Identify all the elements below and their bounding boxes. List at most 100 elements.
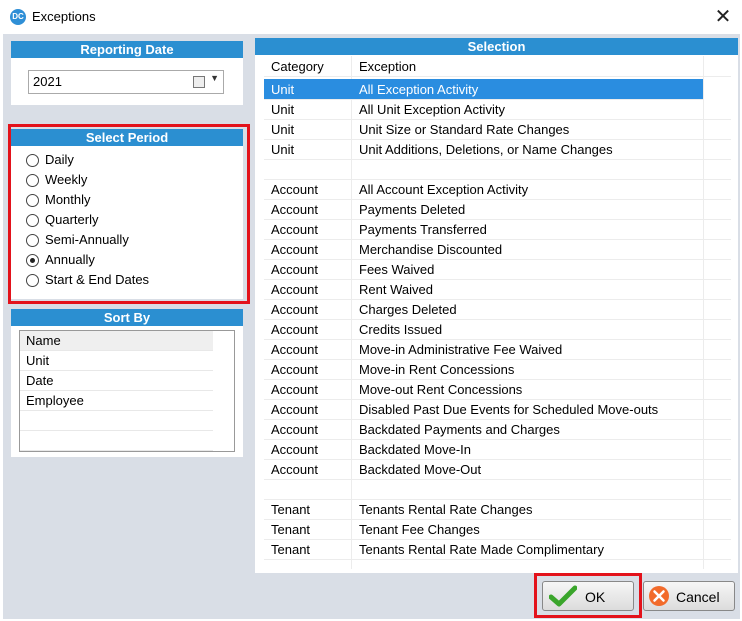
window-title: Exceptions xyxy=(32,9,96,24)
category-cell: Account xyxy=(271,342,318,357)
reporting-date-value: 2021 xyxy=(33,74,62,89)
category-cell: Tenant xyxy=(271,522,311,537)
category-cell: Unit xyxy=(271,142,295,157)
table-row[interactable]: Account Merchandise Discounted xyxy=(264,239,731,260)
category-cell: Account xyxy=(271,242,318,257)
table-row[interactable]: Account Backdated Payments and Charges xyxy=(264,419,731,440)
exception-cell: Tenant Fee Changes xyxy=(359,522,480,537)
exception-cell: Payments Transferred xyxy=(359,222,487,237)
reporting-date-picker[interactable]: 2021 ▼ xyxy=(28,70,224,94)
sort-by-item-label: Name xyxy=(26,333,61,348)
select-period-highlight xyxy=(8,124,250,304)
exception-cell: Credits Issued xyxy=(359,322,443,337)
title-bar: DC Exceptions ✕ xyxy=(0,0,742,34)
exception-cell: Unit Additions, Deletions, or Name Chang… xyxy=(359,142,613,157)
table-row[interactable]: Unit All Exception Activity xyxy=(264,79,703,100)
reporting-date-header: Reporting Date xyxy=(11,41,243,58)
exception-cell: All Exception Activity xyxy=(359,82,479,97)
category-cell: Account xyxy=(271,262,318,277)
table-row[interactable]: Account Backdated Move-In xyxy=(264,439,731,460)
table-row[interactable]: Account Move-in Rent Concessions xyxy=(264,359,731,380)
table-row[interactable]: Account Charges Deleted xyxy=(264,299,731,320)
exception-cell: All Account Exception Activity xyxy=(359,182,529,197)
ok-label: OK xyxy=(585,589,606,605)
exception-cell: Disabled Past Due Events for Scheduled M… xyxy=(359,402,659,417)
exceptions-dialog: DC Exceptions ✕ Reporting Date 2021 ▼ Se… xyxy=(0,0,742,621)
table-row[interactable] xyxy=(264,159,731,180)
sort-by-item-label: Employee xyxy=(26,393,84,408)
category-cell: Tenant xyxy=(271,542,311,557)
exception-cell: Payments Deleted xyxy=(359,202,466,217)
sort-by-item[interactable] xyxy=(20,431,213,451)
category-cell: Tenant xyxy=(271,502,311,517)
category-cell: Unit xyxy=(271,102,295,117)
grid-header-row: Category Exception xyxy=(264,56,731,77)
category-cell: Account xyxy=(271,302,318,317)
sort-by-item[interactable]: Date xyxy=(20,371,213,391)
table-row[interactable]: Tenant Tenants Rental Rate Made Complimen… xyxy=(264,539,731,560)
sort-by-item-label: Unit xyxy=(26,353,50,368)
cancel-x-icon xyxy=(649,586,669,606)
sort-by-list[interactable]: Name Unit Date Employee xyxy=(19,330,235,452)
table-row[interactable]: Unit Unit Size or Standard Rate Changes xyxy=(264,119,731,140)
category-cell: Account xyxy=(271,282,318,297)
table-row[interactable]: Account Move-out Rent Concessions xyxy=(264,379,731,400)
category-cell: Account xyxy=(271,222,318,237)
exception-cell: Move-in Administrative Fee Waived xyxy=(359,342,563,357)
category-cell: Account xyxy=(271,422,318,437)
exception-cell: Move-out Rent Concessions xyxy=(359,382,523,397)
table-row[interactable]: Account Move-in Administrative Fee Waived xyxy=(264,339,731,360)
table-row[interactable]: Unit All Unit Exception Activity xyxy=(264,99,731,120)
table-row[interactable]: Account All Account Exception Activity xyxy=(264,179,731,200)
sort-by-header: Sort By xyxy=(11,309,243,326)
table-row[interactable]: Account Credits Issued xyxy=(264,319,731,340)
table-row[interactable]: Account Payments Deleted xyxy=(264,199,731,220)
sort-by-item[interactable]: Unit xyxy=(20,351,213,371)
category-cell: Account xyxy=(271,322,318,337)
sort-by-item-label: Date xyxy=(26,373,54,388)
sort-by-item[interactable] xyxy=(20,411,213,431)
column-header-exception[interactable]: Exception xyxy=(359,59,416,74)
table-row[interactable]: Tenant Tenants Rental Rate Changes xyxy=(264,499,731,520)
table-row[interactable] xyxy=(264,479,731,500)
table-row[interactable]: Unit Unit Additions, Deletions, or Name C… xyxy=(264,139,731,160)
exception-cell: Unit Size or Standard Rate Changes xyxy=(359,122,570,137)
table-row[interactable]: Account Fees Waived xyxy=(264,259,731,280)
category-cell: Account xyxy=(271,402,318,417)
category-cell: Account xyxy=(271,362,318,377)
table-row[interactable]: Tenant Tenant Fee Changes xyxy=(264,519,731,540)
checkmark-icon xyxy=(549,585,577,607)
table-row[interactable]: Account Rent Waived xyxy=(264,279,731,300)
exception-cell: Tenants Rental Rate Made Complimentary xyxy=(359,542,604,557)
app-logo-icon: DC xyxy=(10,9,26,25)
column-header-category[interactable]: Category xyxy=(271,59,324,74)
close-button[interactable]: ✕ xyxy=(706,2,740,32)
exception-cell: Tenants Rental Rate Changes xyxy=(359,502,533,517)
exception-cell: Merchandise Discounted xyxy=(359,242,503,257)
category-cell: Account xyxy=(271,442,318,457)
table-row[interactable]: Account Backdated Move-Out xyxy=(264,459,731,480)
category-cell: Account xyxy=(271,202,318,217)
ok-button[interactable]: OK xyxy=(542,581,634,611)
chevron-down-icon[interactable]: ▼ xyxy=(210,73,219,83)
sort-by-panel: Sort By Name Unit Date Employee xyxy=(11,309,243,457)
category-cell: Account xyxy=(271,382,318,397)
sort-by-item[interactable]: Employee xyxy=(20,391,213,411)
exception-cell: Backdated Payments and Charges xyxy=(359,422,560,437)
category-cell: Unit xyxy=(271,82,295,97)
cancel-label: Cancel xyxy=(676,589,720,605)
exception-cell: Backdated Move-In xyxy=(359,442,472,457)
category-cell: Unit xyxy=(271,122,295,137)
exception-cell: Fees Waived xyxy=(359,262,435,277)
cancel-button[interactable]: Cancel xyxy=(643,581,735,611)
exception-cell: Move-in Rent Concessions xyxy=(359,362,515,377)
exception-cell: Backdated Move-Out xyxy=(359,462,482,477)
selection-header: Selection xyxy=(255,38,738,55)
selection-grid[interactable]: Category Exception Unit All Exception Act… xyxy=(264,56,737,569)
table-row[interactable]: Account Payments Transferred xyxy=(264,219,731,240)
table-row[interactable]: Account Disabled Past Due Events for Sche… xyxy=(264,399,731,420)
exception-cell: Charges Deleted xyxy=(359,302,457,317)
sort-by-item[interactable]: Name xyxy=(20,331,213,351)
category-cell: Account xyxy=(271,182,318,197)
exception-cell: Rent Waived xyxy=(359,282,433,297)
